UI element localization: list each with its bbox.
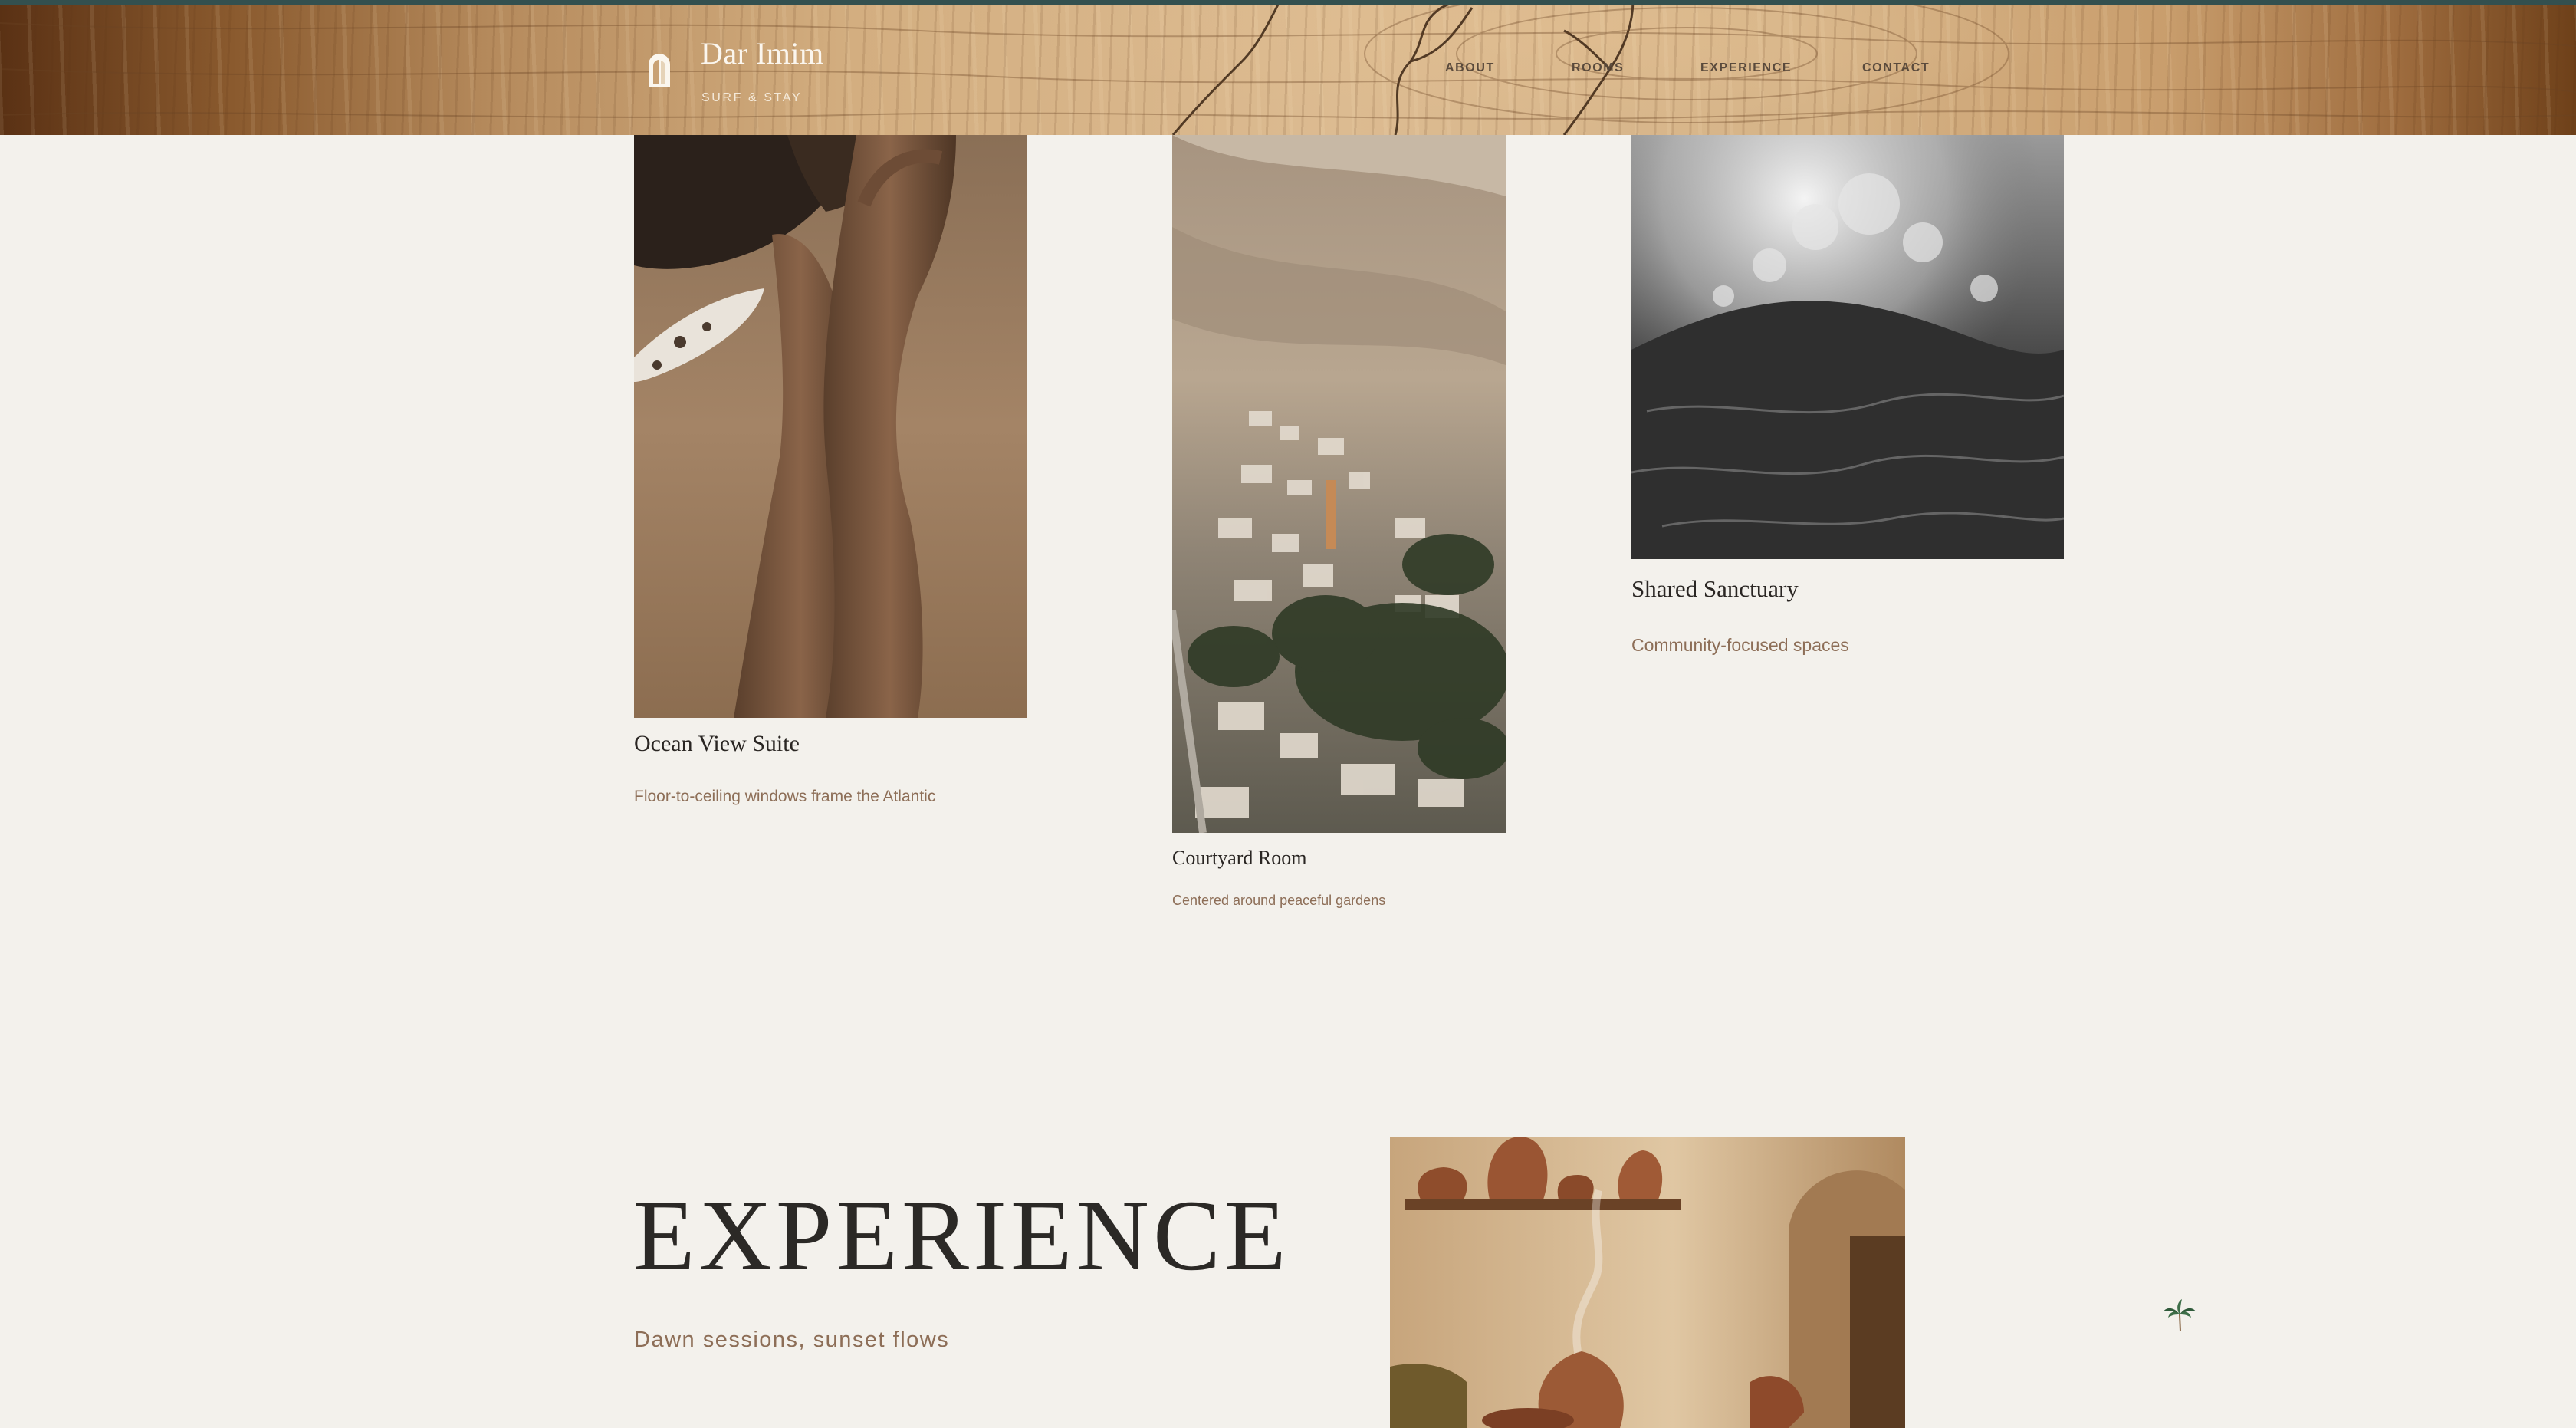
experience-image[interactable]: [1390, 1137, 1905, 1428]
site-header: Dar Imim SURF & STAY ABOUT ROOMS EXPERIE…: [0, 0, 2576, 135]
experience-heading: EXPERIENCE: [633, 1179, 1290, 1291]
palm-tree-icon[interactable]: [2162, 1298, 2197, 1333]
feet-on-sand-with-dog-photo: [634, 135, 1027, 718]
nav-about[interactable]: ABOUT: [1445, 61, 1495, 75]
room-title[interactable]: Shared Sanctuary: [1631, 575, 1799, 603]
room-description: Community-focused spaces: [1631, 635, 1849, 655]
brand-tagline: SURF & STAY: [702, 91, 803, 104]
nav-rooms[interactable]: ROOMS: [1572, 61, 1624, 75]
brand-name[interactable]: Dar Imim: [701, 35, 824, 71]
nav-contact[interactable]: CONTACT: [1862, 61, 1930, 75]
clay-pottery-incense-photo: [1390, 1137, 1905, 1428]
shared-sanctuary-image[interactable]: [1631, 135, 2064, 559]
room-title[interactable]: Ocean View Suite: [634, 731, 800, 757]
header-top-strip: [0, 0, 2576, 5]
experience-subtitle: Dawn sessions, sunset flows: [634, 1328, 950, 1352]
ocean-view-suite-image[interactable]: [634, 135, 1027, 718]
room-title[interactable]: Courtyard Room: [1172, 847, 1307, 870]
ocean-wave-bw-photo: [1631, 135, 2064, 559]
room-description: Floor-to-ceiling windows frame the Atlan…: [634, 788, 936, 805]
arch-door-icon[interactable]: [646, 51, 672, 87]
hillside-village-aerial-photo: [1172, 135, 1506, 833]
courtyard-room-image[interactable]: [1172, 135, 1506, 833]
room-description: Centered around peaceful gardens: [1172, 893, 1386, 908]
wood-grain-texture: [0, 0, 2576, 135]
nav-experience[interactable]: EXPERIENCE: [1700, 61, 1792, 75]
